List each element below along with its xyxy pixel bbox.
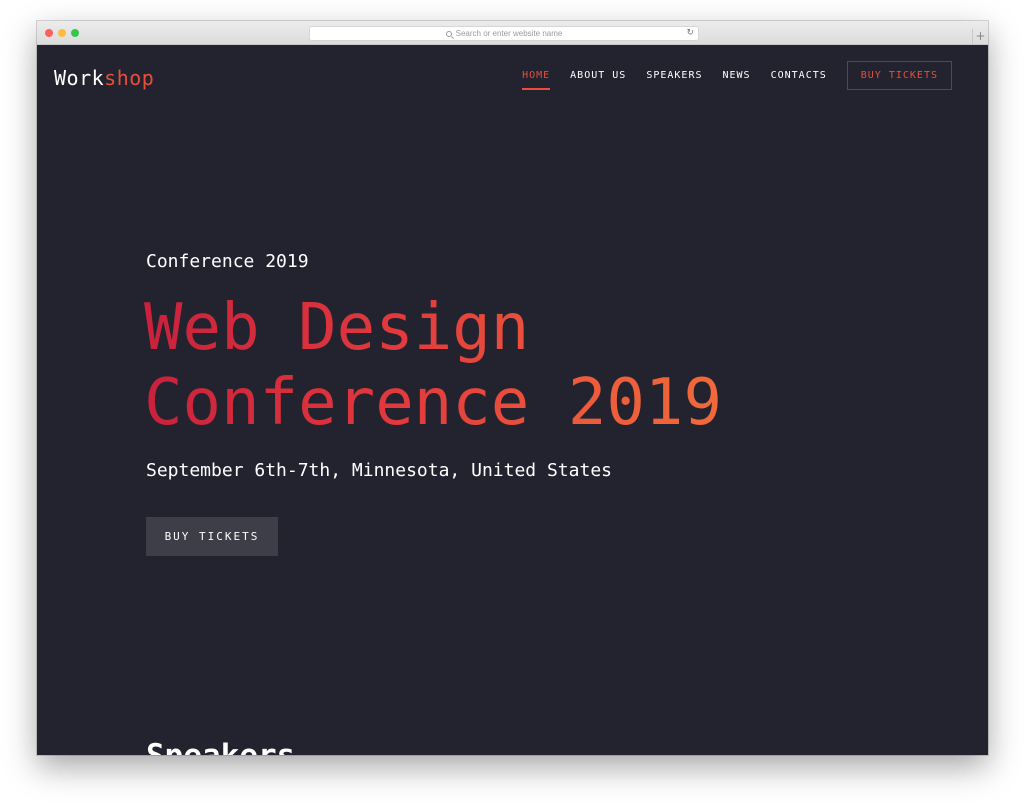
hero-headline-line2: Conference 2019: [144, 366, 722, 440]
hero-buy-tickets-button[interactable]: BUY TICKETS: [146, 517, 278, 556]
search-icon: [445, 30, 452, 37]
address-placeholder: Search or enter website name: [455, 29, 563, 38]
browser-window: Search or enter website name ↻ + Worksho…: [37, 21, 988, 755]
site-logo[interactable]: Workshop: [54, 66, 154, 90]
nav-item-contacts[interactable]: CONTACTS: [771, 60, 827, 91]
logo-text-main: Work: [54, 66, 105, 90]
hero-headline: Web Design Conference 2019: [144, 291, 722, 441]
close-window-icon[interactable]: [45, 29, 53, 37]
plus-icon[interactable]: +: [972, 29, 988, 45]
nav-item-speakers[interactable]: SPEAKERS: [646, 60, 702, 91]
nav-item-about-us[interactable]: ABOUT US: [570, 60, 626, 91]
reload-icon[interactable]: ↻: [686, 28, 694, 38]
hero-headline-line1: Web Design: [144, 291, 530, 365]
minimize-window-icon[interactable]: [58, 29, 66, 37]
main-nav: HOME ABOUT US SPEAKERS NEWS CONTACTS BUY…: [522, 60, 952, 91]
logo-text-accent: shop: [104, 66, 155, 90]
nav-item-home[interactable]: HOME: [522, 60, 551, 91]
browser-titlebar: Search or enter website name ↻ +: [37, 21, 988, 45]
page-content: Workshop HOME ABOUT US SPEAKERS NEWS CON…: [37, 46, 988, 755]
maximize-window-icon[interactable]: [71, 29, 79, 37]
nav-item-news[interactable]: NEWS: [723, 60, 751, 91]
hero-eyebrow: Conference 2019: [146, 251, 309, 272]
address-bar[interactable]: Search or enter website name ↻: [309, 26, 699, 41]
speakers-section-title: Speakers: [146, 738, 295, 755]
nav-buy-tickets-button[interactable]: BUY TICKETS: [846, 61, 952, 90]
hero-date-location: September 6th-7th, Minnesota, United Sta…: [146, 460, 612, 481]
